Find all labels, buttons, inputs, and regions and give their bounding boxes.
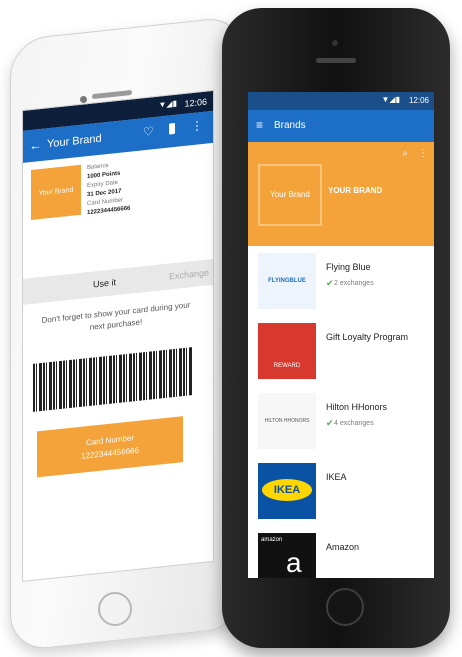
brand-name: IKEA <box>326 472 347 482</box>
more-icon[interactable]: ⋮ <box>191 118 203 133</box>
signal-icon: ▼◢▮ <box>381 95 400 104</box>
brand-name: Amazon <box>326 542 360 552</box>
brand-exchanges: 2 exchanges <box>334 280 374 287</box>
app-title: Your Brand <box>47 132 102 151</box>
show-card-message: Don't forget to show your card during yo… <box>41 300 191 332</box>
app-bar: ≡ Brands <box>248 110 434 142</box>
more-icon[interactable]: ⋮ <box>418 148 428 159</box>
brand-name: Hilton HHonors <box>326 402 388 412</box>
black-phone-screen: 12:06 ▼◢▮ ≡ Brands ⌕ ⋮ Your Brand YOUR B… <box>248 92 434 578</box>
menu-icon[interactable]: ≡ <box>256 118 263 132</box>
black-phone-speaker <box>316 58 356 63</box>
heart-icon[interactable]: ♡ <box>143 124 154 139</box>
list-item-gift-loyalty[interactable]: REWARD Gift Loyalty Program <box>248 316 434 387</box>
barcode-image <box>33 347 193 412</box>
white-phone-camera <box>80 96 87 103</box>
card-number-button[interactable]: Card Number 1222344456666 <box>37 416 183 478</box>
brand-logo: Your Brand <box>31 164 81 221</box>
gift-reward-logo: REWARD <box>258 323 316 379</box>
ikea-logo: IKEA <box>258 463 316 519</box>
black-phone-home-button[interactable] <box>326 588 364 626</box>
black-phone-camera <box>332 40 338 46</box>
status-bar: 12:06 ▼◢▮ <box>248 92 434 110</box>
check-icon: ✔ <box>326 278 334 288</box>
check-icon: ✔ <box>326 418 334 428</box>
featured-brand-label: YOUR BRAND <box>328 186 383 195</box>
list-item-ikea[interactable]: IKEA IKEA <box>248 456 434 527</box>
amazon-a-icon: a <box>286 547 302 578</box>
ikea-logo-text: IKEA <box>262 479 312 501</box>
search-icon[interactable]: ⌕ <box>402 148 408 159</box>
tab-use-it[interactable]: Use it <box>93 277 116 289</box>
list-item-amazon[interactable]: amazon a Amazon <box>248 526 434 578</box>
amazon-logo: amazon a <box>258 533 316 578</box>
white-phone-home-button[interactable] <box>98 592 132 626</box>
status-time: 12:06 <box>184 96 207 109</box>
featured-brand-row[interactable]: ⌕ ⋮ Your Brand YOUR BRAND <box>248 142 434 246</box>
tab-exchange[interactable]: Exchange <box>169 267 209 281</box>
brand-exchanges: 4 exchanges <box>334 420 374 427</box>
amazon-logo-text: amazon <box>261 537 283 543</box>
phone-icon[interactable] <box>169 122 175 135</box>
card-details: Balance 1000 Points Expiry Date 31 Dec 2… <box>87 160 130 219</box>
back-arrow-icon[interactable]: ← <box>29 137 42 153</box>
brand-name: Flying Blue <box>326 262 371 272</box>
status-time: 12:06 <box>408 96 429 105</box>
signal-icon: ▼◢▮ <box>158 98 177 110</box>
featured-brand-logo: Your Brand <box>258 164 322 226</box>
tab-bar: Use it Exchange <box>23 258 213 305</box>
app-title: Brands <box>274 120 306 131</box>
list-item-hilton[interactable]: HILTON HHONORS Hilton HHonors ✔ 4 exchan… <box>248 386 434 457</box>
white-phone-screen: 12:06 ▼◢▮ ← Your Brand ♡ ⋮ Your Brand Ba… <box>22 89 214 583</box>
flying-blue-logo: FLYINGBLUE <box>258 253 316 309</box>
list-item-flying-blue[interactable]: FLYINGBLUE Flying Blue ✔ 2 exchanges <box>248 246 434 317</box>
brand-name: Gift Loyalty Program <box>326 332 409 342</box>
hilton-logo: HILTON HHONORS <box>258 393 316 449</box>
